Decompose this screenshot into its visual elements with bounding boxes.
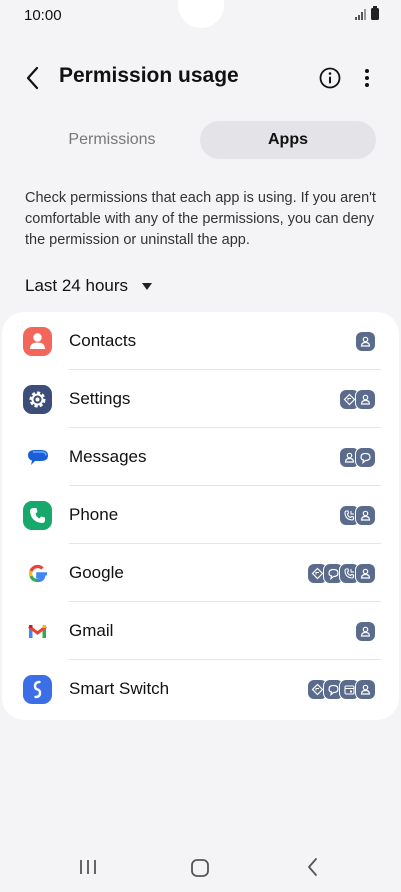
recents-button[interactable]: [78, 857, 98, 877]
contacts-permission-icon: [355, 505, 376, 526]
tab-bar: Permissions Apps: [24, 121, 376, 159]
app-name: Messages: [69, 447, 147, 466]
smart-switch-icon: [23, 675, 52, 704]
app-row-contacts[interactable]: Contacts: [2, 312, 399, 370]
contacts-permission-icon: [355, 331, 376, 352]
period-dropdown[interactable]: Last 24 hours: [25, 276, 153, 296]
app-row-settings[interactable]: Settings: [2, 370, 399, 428]
gmail-icon: [23, 617, 52, 646]
battery-icon: [371, 6, 379, 20]
header: Permission usage: [0, 58, 401, 98]
contacts-permission-icon: [355, 621, 376, 642]
app-name: Contacts: [69, 331, 137, 350]
page-title: Permission usage: [59, 64, 239, 87]
app-name: Google: [69, 563, 124, 582]
home-button[interactable]: [189, 857, 211, 879]
settings-icon: [23, 385, 52, 414]
more-vertical-icon: [365, 69, 369, 87]
app-row-smart-switch[interactable]: Smart Switch: [2, 660, 399, 718]
contacts-permission-icon: [355, 679, 376, 700]
app-row-phone[interactable]: Phone: [2, 486, 399, 544]
contacts-permission-icon: [355, 563, 376, 584]
sms-permission-icon: [355, 447, 376, 468]
camera-notch: [178, 0, 224, 28]
info-icon: [319, 67, 341, 89]
permission-icons: [339, 447, 376, 468]
app-row-gmail[interactable]: Gmail: [2, 602, 399, 660]
permission-icons: [339, 389, 376, 410]
app-name: Phone: [69, 505, 119, 524]
status-bar: 10:00: [0, 0, 401, 30]
permission-icons: [339, 505, 376, 526]
description-text: Check permissions that each app is using…: [25, 190, 376, 248]
recents-icon: [80, 860, 96, 874]
nav-back-icon: [308, 858, 317, 876]
phone-icon: [23, 501, 52, 530]
permission-icons: [307, 679, 376, 700]
signal-icon: [355, 8, 366, 20]
navigation-bar: [0, 848, 401, 888]
home-icon: [191, 859, 209, 877]
tab-apps[interactable]: Apps: [200, 121, 376, 159]
app-list: Contacts Settings Messages Phone Google …: [2, 312, 399, 720]
contacts-permission-icon: [355, 389, 376, 410]
more-options-button[interactable]: [356, 66, 378, 90]
dropdown-arrow-icon: [142, 282, 153, 290]
permission-icons: [307, 563, 376, 584]
app-row-messages[interactable]: Messages: [2, 428, 399, 486]
app-name: Smart Switch: [69, 679, 170, 698]
status-time: 10:00: [24, 7, 62, 24]
status-icons: [355, 6, 379, 20]
app-name: Gmail: [69, 621, 114, 640]
tab-permissions[interactable]: Permissions: [24, 121, 200, 159]
period-label: Last 24 hours: [25, 276, 129, 295]
back-arrow-icon: [26, 66, 39, 90]
nav-back-button[interactable]: [303, 856, 323, 878]
app-row-google[interactable]: Google: [2, 544, 399, 602]
permission-icons: [355, 621, 376, 642]
info-button[interactable]: [318, 66, 342, 90]
permission-icons: [355, 331, 376, 352]
google-icon: [23, 559, 52, 588]
app-name: Settings: [69, 389, 131, 408]
contacts-icon: [23, 327, 52, 356]
messages-icon: [23, 443, 52, 472]
back-button[interactable]: [20, 64, 48, 92]
